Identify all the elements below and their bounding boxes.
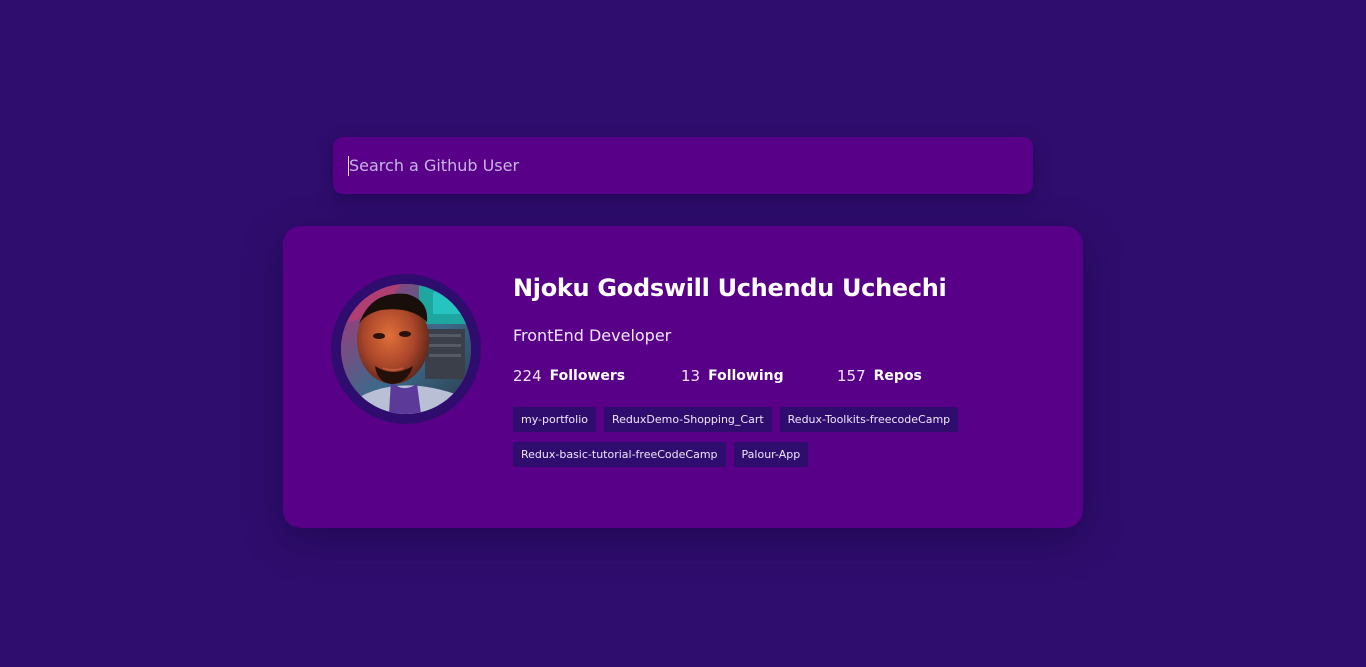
- text-cursor: [348, 156, 349, 176]
- repo-tag[interactable]: Palour-App: [733, 442, 809, 467]
- repo-list: my-portfolio ReduxDemo-Shopping_Cart Red…: [513, 407, 1033, 477]
- search-input[interactable]: [333, 137, 1033, 194]
- repos-count: 157: [837, 367, 866, 385]
- profile-stats: 224 Followers 13 Following 157 Repos: [513, 365, 1053, 387]
- followers-count: 224: [513, 367, 542, 385]
- avatar-ring: [331, 274, 481, 424]
- user-photo-icon: [341, 284, 471, 414]
- avatar: [341, 284, 471, 414]
- followers-stat: 224 Followers: [513, 367, 681, 385]
- page: Njoku Godswill Uchendu Uchechi FrontEnd …: [0, 0, 1366, 667]
- search-bar[interactable]: [333, 137, 1033, 194]
- followers-label: Followers: [549, 368, 626, 384]
- following-label: Following: [708, 368, 784, 384]
- repo-tag[interactable]: ReduxDemo-Shopping_Cart: [604, 407, 772, 432]
- profile-name: Njoku Godswill Uchendu Uchechi: [513, 274, 947, 302]
- repo-tag[interactable]: Redux-Toolkits-freecodeCamp: [779, 407, 959, 432]
- profile-card: Njoku Godswill Uchendu Uchechi FrontEnd …: [283, 226, 1083, 528]
- following-count: 13: [681, 367, 701, 385]
- profile-bio: FrontEnd Developer: [513, 326, 672, 345]
- repo-tag[interactable]: my-portfolio: [513, 407, 596, 432]
- repos-stat: 157 Repos: [837, 367, 922, 385]
- profile-info: Njoku Godswill Uchendu Uchechi FrontEnd …: [513, 274, 1053, 477]
- repos-label: Repos: [873, 368, 922, 384]
- repo-tag[interactable]: Redux-basic-tutorial-freeCodeCamp: [513, 442, 726, 467]
- following-stat: 13 Following: [681, 367, 837, 385]
